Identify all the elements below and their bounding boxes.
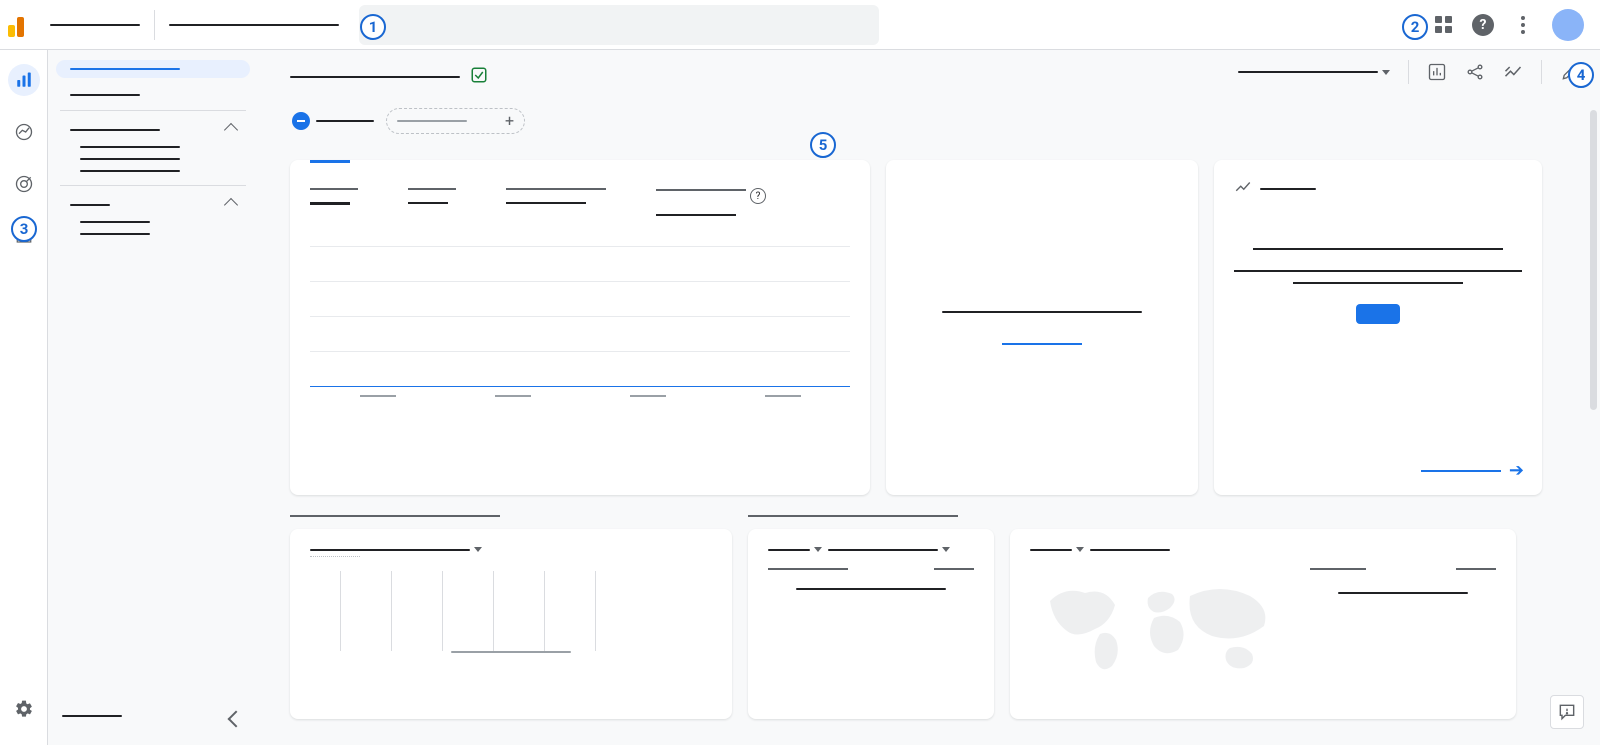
metric-1[interactable] bbox=[408, 188, 456, 216]
help-icon[interactable]: ? bbox=[1472, 14, 1494, 36]
remove-chip-icon[interactable] bbox=[292, 112, 310, 130]
insights-heading bbox=[1260, 188, 1316, 190]
annotation-1: 1 bbox=[360, 14, 386, 40]
sidenav-group-2[interactable] bbox=[56, 194, 250, 216]
user-avatar[interactable] bbox=[1552, 9, 1584, 41]
insights-footer-link[interactable] bbox=[1421, 470, 1501, 472]
rail-admin-icon[interactable] bbox=[8, 693, 40, 725]
insights-trend-icon bbox=[1234, 178, 1252, 200]
section-1-title bbox=[290, 515, 500, 517]
analytics-logo-icon bbox=[8, 10, 38, 40]
dimension-dropdown[interactable] bbox=[310, 547, 712, 552]
share-icon[interactable] bbox=[1465, 62, 1485, 82]
sidenav-group1-item-2[interactable] bbox=[56, 165, 250, 177]
caret-down-icon bbox=[1382, 70, 1390, 75]
trend-chart bbox=[310, 246, 850, 397]
metric-help-icon[interactable]: ? bbox=[750, 188, 766, 204]
annotation-4: 4 bbox=[1568, 62, 1594, 88]
sidenav-group2-item-1[interactable] bbox=[56, 228, 250, 240]
reports-side-nav bbox=[48, 50, 258, 745]
sidenav-group1-item-0[interactable] bbox=[56, 141, 250, 153]
world-map bbox=[1030, 576, 1290, 690]
sidenav-library[interactable] bbox=[62, 715, 122, 717]
date-range-picker[interactable] bbox=[1238, 70, 1390, 75]
metric-2[interactable] bbox=[506, 188, 606, 216]
scrollbar[interactable] bbox=[1590, 110, 1597, 410]
sidenav-snapshot[interactable] bbox=[56, 60, 250, 78]
rail-advertising-icon[interactable] bbox=[8, 168, 40, 200]
rail-explore-icon[interactable] bbox=[8, 116, 40, 148]
app-header: ? bbox=[0, 0, 1600, 50]
account-name bbox=[50, 24, 140, 26]
insights-icon[interactable] bbox=[1503, 62, 1523, 82]
add-comparison-chip[interactable]: + bbox=[386, 108, 525, 134]
more-vert-icon[interactable] bbox=[1512, 14, 1534, 36]
customize-report-icon[interactable] bbox=[1427, 62, 1447, 82]
collapse-sidenav-icon[interactable] bbox=[228, 711, 245, 728]
plus-icon: + bbox=[505, 113, 514, 129]
metric-0[interactable] bbox=[310, 188, 358, 216]
page-title bbox=[290, 76, 460, 78]
annotation-3: 3 bbox=[11, 216, 37, 242]
search-input[interactable] bbox=[359, 5, 879, 45]
sidenav-realtime[interactable] bbox=[56, 88, 250, 102]
report-toolbar bbox=[1238, 60, 1580, 84]
segment-chip[interactable] bbox=[290, 108, 376, 134]
section-2-title bbox=[748, 515, 958, 517]
verified-check-icon bbox=[470, 66, 488, 88]
summary-metrics-card: ? bbox=[290, 160, 870, 495]
bar-chart bbox=[340, 571, 712, 651]
metric-dropdown[interactable] bbox=[768, 547, 822, 552]
feedback-button[interactable] bbox=[1550, 695, 1584, 729]
users-by-country-card bbox=[1010, 529, 1516, 719]
metric-dropdown-3[interactable] bbox=[1030, 547, 1084, 552]
realtime-link[interactable] bbox=[1002, 343, 1082, 345]
arrow-right-icon[interactable]: ➔ bbox=[1509, 460, 1524, 481]
insights-cta-button[interactable] bbox=[1356, 304, 1400, 324]
chevron-up-icon bbox=[224, 123, 238, 137]
sidenav-group2-item-0[interactable] bbox=[56, 216, 250, 228]
dimension-dropdown-2[interactable] bbox=[828, 547, 950, 552]
realtime-card bbox=[886, 160, 1198, 495]
annotation-2: 2 bbox=[1402, 14, 1428, 40]
realtime-empty-text bbox=[942, 311, 1142, 313]
apps-icon[interactable] bbox=[1432, 14, 1454, 36]
new-users-card bbox=[290, 529, 732, 719]
insights-card: ➔ bbox=[1214, 160, 1542, 495]
report-canvas: + bbox=[258, 50, 1600, 745]
property-name bbox=[169, 24, 339, 26]
primary-nav-rail bbox=[0, 50, 48, 745]
rail-reports-icon[interactable] bbox=[8, 64, 40, 96]
account-property-selector[interactable] bbox=[50, 10, 339, 40]
chevron-up-icon bbox=[224, 198, 238, 212]
metric-3[interactable]: ? bbox=[656, 188, 766, 216]
dimension-dropdown-3[interactable] bbox=[1090, 549, 1170, 551]
sidenav-group1-item-1[interactable] bbox=[56, 153, 250, 165]
sessions-card bbox=[748, 529, 994, 719]
annotation-5: 5 bbox=[810, 132, 836, 158]
sidenav-group-1[interactable] bbox=[56, 119, 250, 141]
